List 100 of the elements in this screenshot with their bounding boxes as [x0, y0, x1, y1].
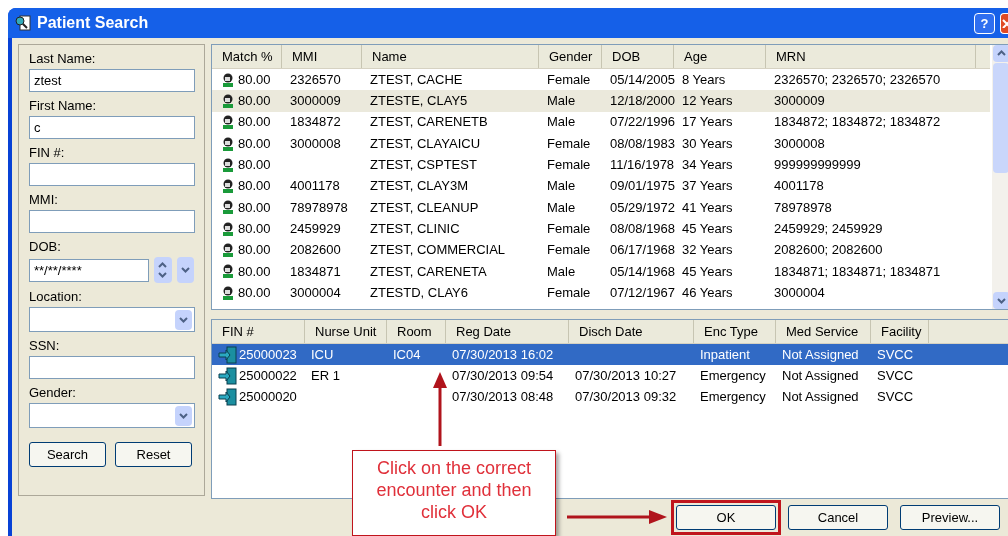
search-panel-button[interactable]: Search — [29, 442, 106, 467]
field-label: Gender: — [29, 385, 77, 400]
text-field[interactable] — [29, 210, 195, 233]
table-cell-text: 08/08/1968 — [610, 219, 676, 238]
column-header[interactable]: Reg Date — [446, 320, 569, 343]
close-icon — [1001, 18, 1008, 28]
table-cell-text: Not Assigned — [782, 367, 859, 386]
dialog-button[interactable]: Preview... — [900, 505, 1000, 531]
column-header[interactable]: Age — [674, 45, 766, 68]
column-header[interactable]: FIN # — [212, 320, 305, 343]
search-panel-button[interactable]: Reset — [115, 442, 192, 467]
column-header[interactable]: Med Service — [776, 320, 871, 343]
field-label: FIN #: — [29, 145, 66, 160]
column-header[interactable]: Match % — [212, 45, 282, 68]
table-cell-text: Female — [547, 134, 591, 153]
table-cell-text: 05/29/1972 — [610, 198, 676, 217]
table-cell-text: 3000009 — [774, 92, 825, 111]
table-cell-text: Male — [547, 177, 576, 196]
table-cell-text: 80.00 — [238, 92, 271, 111]
encounter-row[interactable]: 25000023 ICU IC04 07/30/2013 16:02 Inpatient Not Assigned SVCC — [212, 344, 1008, 366]
dropdown-field[interactable] — [29, 307, 195, 332]
column-header[interactable]: Room — [387, 320, 446, 343]
table-cell-text: Male — [547, 92, 576, 111]
table-cell-text: 80.00 — [238, 113, 271, 132]
table-cell-text: 999999999999 — [774, 156, 861, 175]
table-cell-text: ZTEST, CARENETA — [370, 262, 487, 281]
table-cell-text: 46 Years — [682, 283, 733, 302]
date-field[interactable]: **/**/**** — [29, 258, 149, 282]
table-cell-text: 80.00 — [238, 241, 271, 260]
table-cell-text: 32 Years — [682, 241, 733, 260]
field-label: Location: — [29, 289, 83, 304]
person-icon — [222, 264, 234, 279]
field-label: First Name: — [29, 98, 98, 113]
spin-button[interactable] — [154, 257, 172, 283]
column-header[interactable]: Disch Date — [569, 320, 694, 343]
table-cell-text: 1834871 — [290, 262, 341, 281]
person-icon — [222, 115, 234, 130]
table-cell-text: 07/12/1967 — [610, 283, 676, 302]
table-cell-text: 07/30/2013 08:48 — [452, 388, 554, 407]
door-icon — [218, 366, 238, 385]
table-cell-text: 2459929; 2459929 — [774, 219, 883, 238]
table-cell-text: 45 Years — [682, 262, 733, 281]
table-cell-text: 2326570 — [290, 70, 341, 89]
column-header[interactable]: MRN — [766, 45, 976, 68]
dialog-button[interactable]: Cancel — [788, 505, 888, 531]
table-cell-text: 09/01/1975 — [610, 177, 676, 196]
table-cell-text: 3000004 — [774, 283, 825, 302]
person-icon — [222, 136, 234, 151]
field-label: DOB: — [29, 239, 62, 254]
column-header[interactable]: Nurse Unit — [305, 320, 387, 343]
table-cell-text: ZTEST, CARENETB — [370, 113, 488, 132]
dialog-button[interactable]: OK — [676, 505, 776, 531]
column-header[interactable]: Facility — [871, 320, 929, 343]
table-cell-text: 80.00 — [238, 156, 271, 175]
table-cell-text: 07/22/1996 — [610, 113, 676, 132]
table-cell-text: ZTEST, CLINIC — [370, 219, 460, 238]
table-cell-text: SVCC — [877, 388, 914, 407]
text-field[interactable] — [29, 163, 195, 186]
help-button[interactable]: ? — [974, 12, 995, 34]
table-cell-text: 07/30/2013 10:27 — [575, 367, 677, 386]
door-icon — [218, 388, 238, 407]
table-cell-text: Female — [547, 283, 591, 302]
table-cell-text: 07/30/2013 09:54 — [452, 367, 554, 386]
table-cell-text: 12/18/2000 — [610, 92, 676, 111]
table-cell-text: 80.00 — [238, 262, 271, 281]
patient-row[interactable]: 80.00 3000009 ZTESTE, CLAY5 Male 12/18/2000 12 Years 3000009 — [212, 90, 990, 112]
table-cell-text: 3000008 — [774, 134, 825, 153]
caret-icon — [179, 412, 188, 419]
caret-icon — [996, 297, 1006, 304]
person-icon — [222, 93, 234, 108]
table-cell-text: 2082600; 2082600 — [774, 241, 883, 260]
table-cell-text: 08/08/1983 — [610, 134, 676, 153]
table-cell-text: 80.00 — [238, 134, 271, 153]
text-field[interactable]: c — [29, 116, 195, 139]
column-header[interactable]: Name — [362, 45, 539, 68]
column-header[interactable]: Gender — [539, 45, 602, 68]
table-cell-text: 1834871; 1834871; 1834871 — [774, 262, 941, 281]
table-cell-text: ER 1 — [311, 367, 340, 386]
table-cell-text: 80.00 — [238, 198, 271, 217]
table-cell-text: ZTESTE, CLAY5 — [370, 92, 468, 111]
column-header[interactable]: MMI — [282, 45, 362, 68]
scrollbar[interactable] — [992, 45, 1008, 309]
text-field[interactable]: ztest — [29, 69, 195, 92]
window-title: Patient Search — [37, 13, 149, 33]
column-header[interactable]: Enc Type — [694, 320, 776, 343]
dropdown-field[interactable] — [29, 403, 195, 428]
table-cell-text: SVCC — [877, 367, 914, 386]
caret-icon — [179, 316, 188, 323]
table-cell-text: 30 Years — [682, 134, 733, 153]
table-cell-text: 78978978 — [774, 198, 832, 217]
table-cell-text: 4001178 — [774, 177, 824, 196]
table-cell-text: Female — [547, 219, 591, 238]
table-cell-text: 05/14/2005 — [610, 70, 676, 89]
table-cell-text: SVCC — [877, 345, 914, 364]
dropdown-button[interactable] — [176, 257, 194, 283]
text-field[interactable] — [29, 356, 195, 379]
column-header[interactable]: DOB — [602, 45, 674, 68]
person-icon — [222, 285, 234, 300]
table-cell-text: 12 Years — [682, 92, 733, 111]
table-cell-text: Female — [547, 70, 591, 89]
